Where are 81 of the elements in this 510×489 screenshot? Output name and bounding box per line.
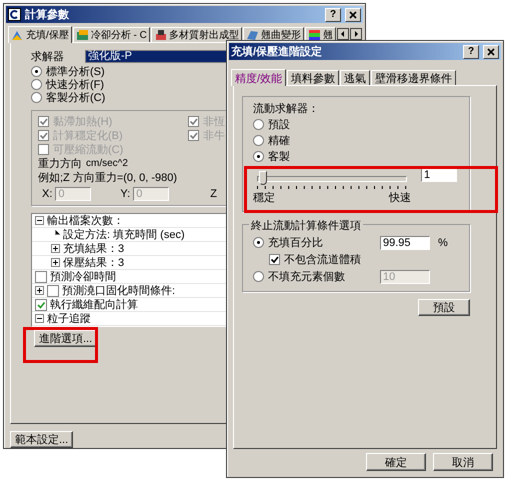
slider-thumb[interactable] [258,171,267,185]
dialog-button[interactable]: 確定 [366,453,426,471]
field-label: 重力方向 [38,156,82,171]
unit-label: cm/sec^2 [86,158,128,169]
tree-item[interactable]: 預測冷卻時間 [50,269,116,284]
checkbox[interactable] [35,270,47,282]
radio-label: 標準分析(S) [46,65,105,79]
dialog-button[interactable]: 取消 [433,453,493,471]
radio-label: 充填百分比 [268,236,324,250]
unit-label: % [438,236,448,248]
checkbox[interactable] [35,298,47,310]
radio-button[interactable] [31,92,42,103]
tab[interactable]: 冷卻分析 - C [72,27,150,42]
scroll-right-icon[interactable] [350,28,362,40]
radio-label: 精確 [268,134,290,148]
checkbox-label: 計算穩定化(B) [53,128,123,143]
tree-item[interactable]: 設定方法: 填充時間 (sec) [63,227,185,242]
group-title: 流動求解器： [253,102,320,115]
input-field[interactable]: 99.95 [380,236,430,250]
field-label: Z [210,188,217,200]
tree-item[interactable]: 預測澆口固化時間條件: [62,283,176,298]
tree-item[interactable]: 執行纖維配向計算 [50,297,138,312]
radio-button[interactable] [253,151,264,162]
checkbox-label: 可壓縮流動(C) [53,142,124,157]
help-button[interactable]: ? [325,8,341,22]
window-title: 計算參數 [25,8,70,22]
collapse-icon[interactable] [35,216,44,225]
tab[interactable]: 多材質射出成型 [150,27,242,42]
radio-label: 客製 [268,150,290,164]
field-label: X: [42,188,52,200]
checkbox-label: 黏滯加熱(H) [53,114,112,129]
app-icon [8,8,21,21]
collapse-icon[interactable] [35,314,44,323]
tree-item[interactable]: 充填結果：3 [63,241,124,256]
close-button[interactable] [483,44,499,58]
checkbox[interactable] [269,254,280,265]
tab[interactable]: 壁滑移邊界條件 [371,70,456,85]
scroll-left-icon[interactable] [336,28,349,40]
color-bars-icon [308,29,321,41]
field-label: Y: [120,188,130,200]
slider-label: 快速 [389,191,411,205]
cone-icon [11,29,24,41]
printer-icon [154,29,167,41]
radio-label: 不填充元素個數 [268,270,346,284]
expand-icon[interactable] [51,244,60,253]
radio-label: 客製分析(C) [46,90,106,105]
radio-button[interactable] [31,79,42,90]
radio-label: 預設 [268,118,290,132]
tree-item[interactable]: 保壓結果：3 [63,255,124,270]
checkbox-label: 非牛 [203,129,225,143]
template-settings-button[interactable]: 範本設定... [10,431,74,448]
close-button[interactable] [345,8,361,22]
tab[interactable]: 填料參數 [287,70,340,85]
radio-button[interactable] [253,135,264,146]
tab[interactable]: 充填/保壓 [8,26,72,43]
solver-dropdown[interactable]: 強化版-P [85,50,229,63]
expand-icon[interactable] [51,258,60,267]
input-field[interactable]: 1 [421,168,457,182]
window-title: 充填/保壓進階設定 [231,44,324,59]
field-label: 求解器 [31,50,64,64]
default-button[interactable]: 預設 [418,299,470,316]
radio-label: 快速分析(F) [46,78,104,92]
block-icon [76,29,89,41]
advanced-options-button[interactable]: 進階選項... [34,330,98,347]
help-button[interactable]: ? [463,44,479,58]
radio-button[interactable] [31,66,42,77]
tree-item[interactable]: 輸出檔案次數： [47,214,124,228]
group-title: 終止流動計算條件選項 [249,218,363,233]
hint-text: 例如;Z 方向重力=(0, 0, -980) [38,171,178,184]
close-icon [349,10,357,18]
tree-item[interactable]: 粒子追蹤 [47,311,91,326]
slider-label: 穩定 [253,190,275,205]
tab[interactable]: 精度/效能 [231,69,286,86]
tab[interactable]: 逃氣 [340,70,370,85]
checkbox-label: 不包含流道體積 [284,252,361,267]
radio-button[interactable] [253,119,264,130]
radio-button[interactable] [253,237,264,248]
close-icon [487,48,495,56]
expand-icon[interactable] [35,286,44,295]
checkbox-label: 非恆 [203,115,225,129]
checkbox[interactable] [47,284,59,296]
